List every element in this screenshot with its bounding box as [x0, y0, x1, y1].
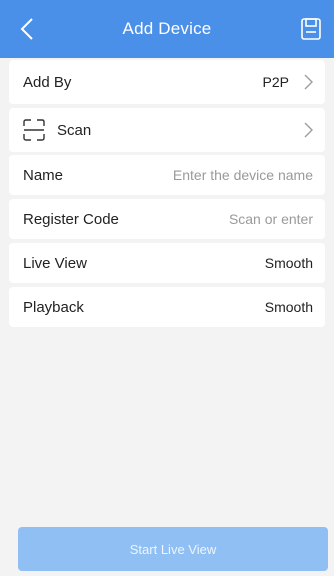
scan-label: Scan: [57, 121, 92, 139]
scan-row[interactable]: Scan: [9, 108, 325, 152]
save-button[interactable]: [298, 16, 324, 42]
playback-value[interactable]: Smooth: [265, 299, 313, 315]
back-button[interactable]: [14, 14, 40, 44]
register-code-label: Register Code: [23, 210, 119, 228]
add-by-value: P2P: [262, 74, 289, 90]
device-fields: Name Enter the device name Register Code…: [9, 155, 325, 327]
register-code-input[interactable]: Scan or enter: [229, 211, 313, 227]
name-label: Name: [23, 166, 64, 184]
add-by-row[interactable]: Add By P2P: [9, 60, 325, 104]
page-title: Add Device: [122, 19, 212, 38]
live-view-value[interactable]: Smooth: [265, 255, 313, 271]
save-icon: [301, 18, 321, 40]
scan-frame-icon: [23, 119, 45, 141]
live-view-label: Live View: [23, 254, 87, 272]
register-code-row[interactable]: Register Code Scan or enter: [9, 199, 325, 239]
name-input[interactable]: Enter the device name: [173, 167, 313, 183]
chevron-right-icon: [299, 121, 313, 139]
chevron-left-icon: [20, 18, 33, 40]
playback-label: Playback: [23, 298, 84, 316]
chevron-right-icon: [299, 73, 313, 91]
name-row[interactable]: Name Enter the device name: [9, 155, 325, 195]
playback-row[interactable]: Playback Smooth: [9, 287, 325, 327]
top-bar: Add Device: [0, 0, 334, 58]
add-by-label: Add By: [23, 73, 72, 91]
live-view-row[interactable]: Live View Smooth: [9, 243, 325, 283]
start-live-view-button[interactable]: Start Live View: [18, 527, 328, 571]
